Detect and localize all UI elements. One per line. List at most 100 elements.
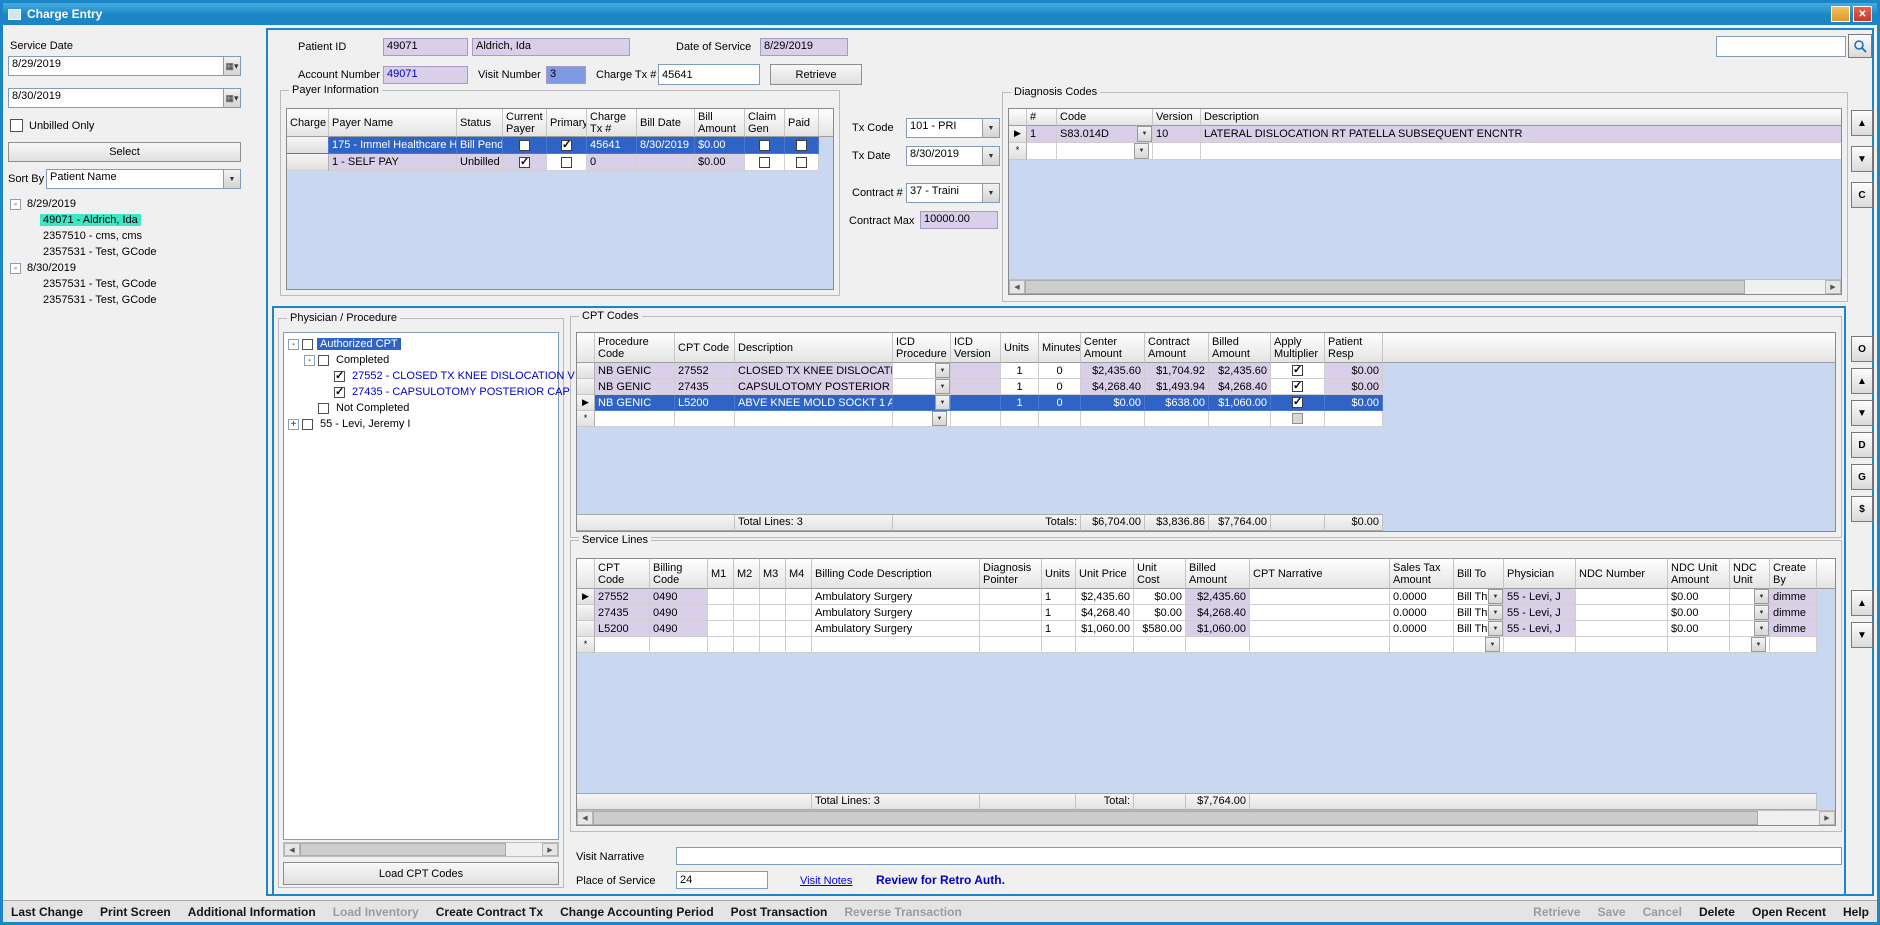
horizontal-scrollbar[interactable]: ◀▶ xyxy=(1009,279,1841,294)
column-header-bill-to[interactable]: Bill To xyxy=(1454,559,1504,589)
cell[interactable] xyxy=(760,637,786,653)
cell[interactable]: $0.00 xyxy=(1668,589,1730,605)
cell[interactable]: 1 xyxy=(1001,395,1039,411)
cell[interactable] xyxy=(650,637,708,653)
column-header-cpt-code[interactable]: CPT Code xyxy=(595,559,650,589)
checkbox[interactable] xyxy=(334,371,345,382)
statusbar-help[interactable]: Help xyxy=(1843,905,1869,919)
cell[interactable]: 175 - Immel Healthcare H xyxy=(329,137,457,154)
column-header-create-by[interactable]: Create By xyxy=(1770,559,1817,589)
column-header-ndc-unit-amount[interactable]: NDC Unit Amount xyxy=(1668,559,1730,589)
cell[interactable]: Bill Th▼ xyxy=(1454,605,1504,621)
cell[interactable]: NB GENIC xyxy=(595,395,675,411)
cell[interactable] xyxy=(1250,605,1390,621)
search-input[interactable] xyxy=(1716,36,1846,57)
scrollbar-thumb[interactable] xyxy=(300,843,506,856)
cell[interactable] xyxy=(734,637,760,653)
statusbar-change-accounting-period[interactable]: Change Accounting Period xyxy=(560,905,714,919)
cpt-codes-table[interactable]: Procedure CodeCPT CodeDescriptionICD Pro… xyxy=(576,332,1836,532)
checkbox[interactable] xyxy=(318,403,329,414)
cell[interactable] xyxy=(1576,605,1668,621)
cell[interactable] xyxy=(786,621,812,637)
tree-node[interactable]: +55 - Levi, Jeremy I xyxy=(284,416,558,432)
cell[interactable]: ▼ xyxy=(1057,143,1153,160)
cell[interactable]: 0.0000 xyxy=(1390,605,1454,621)
cell[interactable] xyxy=(1770,637,1817,653)
column-header-minutes[interactable]: Minutes xyxy=(1039,333,1081,363)
dropdown-icon[interactable]: ▼ xyxy=(932,411,947,426)
cell[interactable]: $4,268.40 xyxy=(1209,379,1271,395)
new-row[interactable]: *▼▼ xyxy=(577,637,1835,653)
cell[interactable]: $1,060.00 xyxy=(1209,395,1271,411)
checkbox[interactable] xyxy=(302,419,313,430)
cell[interactable] xyxy=(1576,589,1668,605)
cell[interactable]: dimme xyxy=(1770,621,1817,637)
checkbox[interactable] xyxy=(519,140,530,151)
tree-node-label[interactable]: 8/30/2019 xyxy=(24,262,79,274)
tree-node[interactable]: Not Completed xyxy=(284,400,558,416)
column-header-cpt-narrative[interactable]: CPT Narrative xyxy=(1250,559,1390,589)
column-header-claim-gen[interactable]: Claim Gen xyxy=(745,109,785,137)
visit-narrative-input[interactable] xyxy=(676,847,1842,865)
cell[interactable] xyxy=(760,589,786,605)
column-header-charge-tx[interactable]: Charge Tx # xyxy=(587,109,637,137)
collapse-icon[interactable]: - xyxy=(288,339,299,350)
d-button[interactable]: D xyxy=(1851,432,1873,458)
cell[interactable]: ▼ xyxy=(893,395,951,411)
cell[interactable]: $1,060.00 xyxy=(1076,621,1134,637)
load-cpt-codes-button[interactable]: Load CPT Codes xyxy=(283,862,559,885)
column-header-billed-amount[interactable]: Billed Amount xyxy=(1209,333,1271,363)
cell[interactable]: 55 - Levi, J xyxy=(1504,621,1576,637)
cell[interactable]: $0.00 xyxy=(1081,395,1145,411)
physician-procedure-tree[interactable]: -Authorized CPT-Completed27552 - CLOSED … xyxy=(283,332,559,840)
dropdown-icon[interactable]: ▼ xyxy=(1751,637,1766,652)
tree-node[interactable]: -8/30/2019 xyxy=(6,260,260,276)
column-header-sales-tax-amount[interactable]: Sales Tax Amount xyxy=(1390,559,1454,589)
cell[interactable]: 1 xyxy=(1042,621,1076,637)
column-header-procedure-code[interactable]: Procedure Code xyxy=(595,333,675,363)
scroll-left-button[interactable]: ◀ xyxy=(284,843,300,856)
checkbox[interactable] xyxy=(318,355,329,366)
blank-button[interactable]: $ xyxy=(1851,496,1873,522)
column-header-billing-code-description[interactable]: Billing Code Description xyxy=(812,559,980,589)
cell[interactable]: 0490 xyxy=(650,621,708,637)
cell[interactable]: dimme xyxy=(1770,605,1817,621)
column-header-units[interactable]: Units xyxy=(1001,333,1039,363)
cell[interactable] xyxy=(503,137,547,154)
tree-node-label[interactable]: Authorized CPT xyxy=(317,338,401,350)
cell[interactable] xyxy=(980,605,1042,621)
cell[interactable]: $0.00 xyxy=(1668,605,1730,621)
horizontal-scrollbar[interactable]: ◀▶ xyxy=(577,810,1835,825)
cell[interactable]: $2,435.60 xyxy=(1209,363,1271,379)
up-arrow-button[interactable]: ▲ xyxy=(1851,368,1873,394)
table-row[interactable]: 274350490Ambulatory Surgery1$4,268.40$0.… xyxy=(577,605,1835,621)
c-button[interactable]: C xyxy=(1851,182,1873,208)
chevron-down-icon[interactable]: ▼ xyxy=(982,147,999,165)
cell[interactable]: Ambulatory Surgery xyxy=(812,621,980,637)
column-header-billed-amount[interactable]: Billed Amount xyxy=(1186,559,1250,589)
cell[interactable]: 0490 xyxy=(650,589,708,605)
tree-node-label[interactable]: Not Completed xyxy=(333,402,412,414)
cell[interactable] xyxy=(1390,637,1454,653)
cell[interactable] xyxy=(734,605,760,621)
cell[interactable] xyxy=(785,137,819,154)
column-header-charge[interactable]: Charge xyxy=(287,109,329,137)
statusbar-delete[interactable]: Delete xyxy=(1699,905,1735,919)
chevron-down-icon[interactable]: ▼ xyxy=(982,184,999,202)
column-header-description[interactable]: Description xyxy=(1201,109,1842,126)
cell[interactable]: $1,493.94 xyxy=(1145,379,1209,395)
g-button[interactable]: G xyxy=(1851,464,1873,490)
cell[interactable] xyxy=(786,605,812,621)
cell[interactable] xyxy=(1027,143,1057,160)
cell[interactable] xyxy=(1668,637,1730,653)
column-header-version[interactable]: Version xyxy=(1153,109,1201,126)
dropdown-icon[interactable]: ▼ xyxy=(935,363,950,378)
cell[interactable] xyxy=(1250,621,1390,637)
down-arrow-button[interactable]: ▼ xyxy=(1851,622,1873,648)
cell[interactable]: $0.00 xyxy=(695,154,745,171)
retrieve-button[interactable]: Retrieve xyxy=(770,64,862,85)
cell[interactable] xyxy=(1145,411,1209,427)
column-header-apply-multiplier[interactable]: Apply Multiplier xyxy=(1271,333,1325,363)
cell[interactable]: Bill Pendi xyxy=(457,137,503,154)
new-row[interactable]: *▼ xyxy=(577,411,1835,427)
